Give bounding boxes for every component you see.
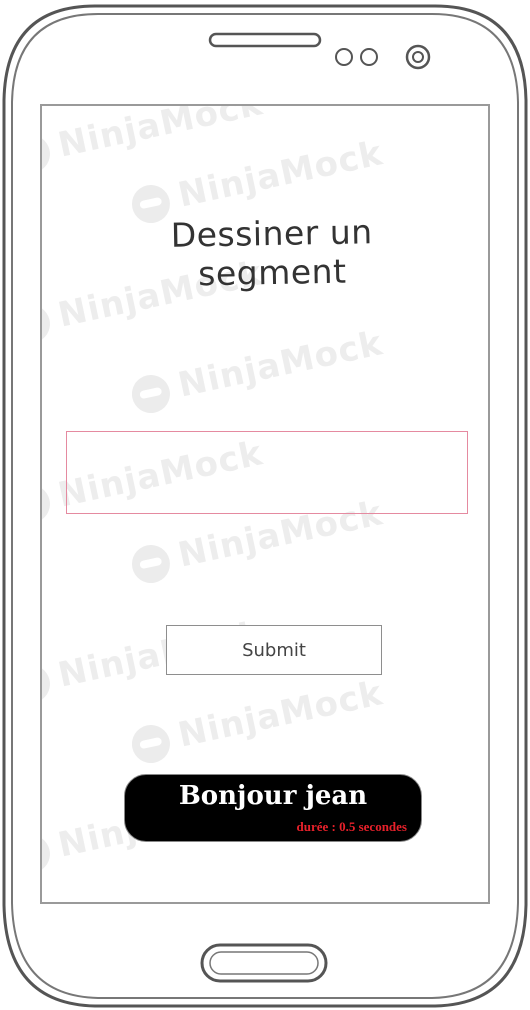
ninja-icon: [128, 540, 174, 587]
segment-input[interactable]: [66, 431, 468, 514]
watermark-logo: NinjaMock: [42, 106, 266, 177]
ninja-icon: [128, 370, 174, 417]
ninja-icon: [42, 130, 54, 177]
ninja-icon: [42, 480, 54, 527]
toast-duration: durée : 0.5 secondes: [296, 819, 408, 834]
ninja-icon: [42, 660, 54, 707]
toast-message: Bonjour jean: [178, 781, 368, 811]
toast-notification: Bonjour jean durée : 0.5 secondes: [124, 774, 422, 842]
sensor-dot-right: [360, 48, 378, 66]
ninja-icon: [42, 300, 54, 347]
page-title: Dessiner un segment: [170, 212, 373, 294]
camera-icon: [405, 44, 431, 70]
phone-screen: NinjaMock NinjaMock NinjaMock NinjaMock …: [40, 104, 490, 904]
watermark-logo: NinjaMock: [128, 323, 387, 417]
home-button: [200, 943, 328, 983]
watermark-logo: NinjaMock: [128, 673, 387, 767]
submit-button[interactable]: Submit: [166, 625, 382, 675]
ninja-icon: [128, 720, 174, 767]
sensor-dot-left: [335, 48, 353, 66]
ninja-icon: [42, 830, 54, 877]
speaker-slot: [208, 32, 322, 48]
